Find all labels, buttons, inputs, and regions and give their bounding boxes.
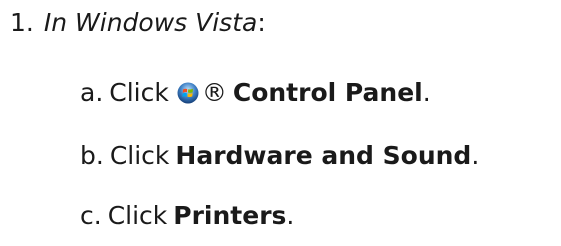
step-a-target: Control Panel <box>232 78 423 107</box>
registered-symbol: ® <box>201 78 227 107</box>
windows-start-orb-icon <box>177 82 199 104</box>
step-c-marker: c. <box>80 201 102 230</box>
step-1-colon: : <box>257 8 266 37</box>
step-c-prefix: Click <box>107 201 168 230</box>
step-1-label: In Windows Vista <box>43 8 258 37</box>
step-1-marker: 1. <box>10 8 34 37</box>
step-b-marker: b. <box>80 141 104 170</box>
step-1: 1. In Windows Vista : <box>10 10 266 35</box>
step-c-target: Printers <box>173 201 287 230</box>
step-a: a. Click ® Control Panel . <box>80 80 431 105</box>
step-c-suffix: . <box>286 201 295 230</box>
step-a-marker: a. <box>80 78 104 107</box>
step-b: b. Click Hardware and Sound . <box>80 143 479 168</box>
step-a-prefix: Click <box>109 78 169 107</box>
step-b-target: Hardware and Sound <box>175 141 472 170</box>
step-a-suffix: . <box>422 78 431 107</box>
step-b-suffix: . <box>471 141 480 170</box>
step-c: c. Click Printers . <box>80 203 294 228</box>
step-b-prefix: Click <box>109 141 170 170</box>
instruction-page: 1. In Windows Vista : a. Click ® Control… <box>0 0 561 246</box>
